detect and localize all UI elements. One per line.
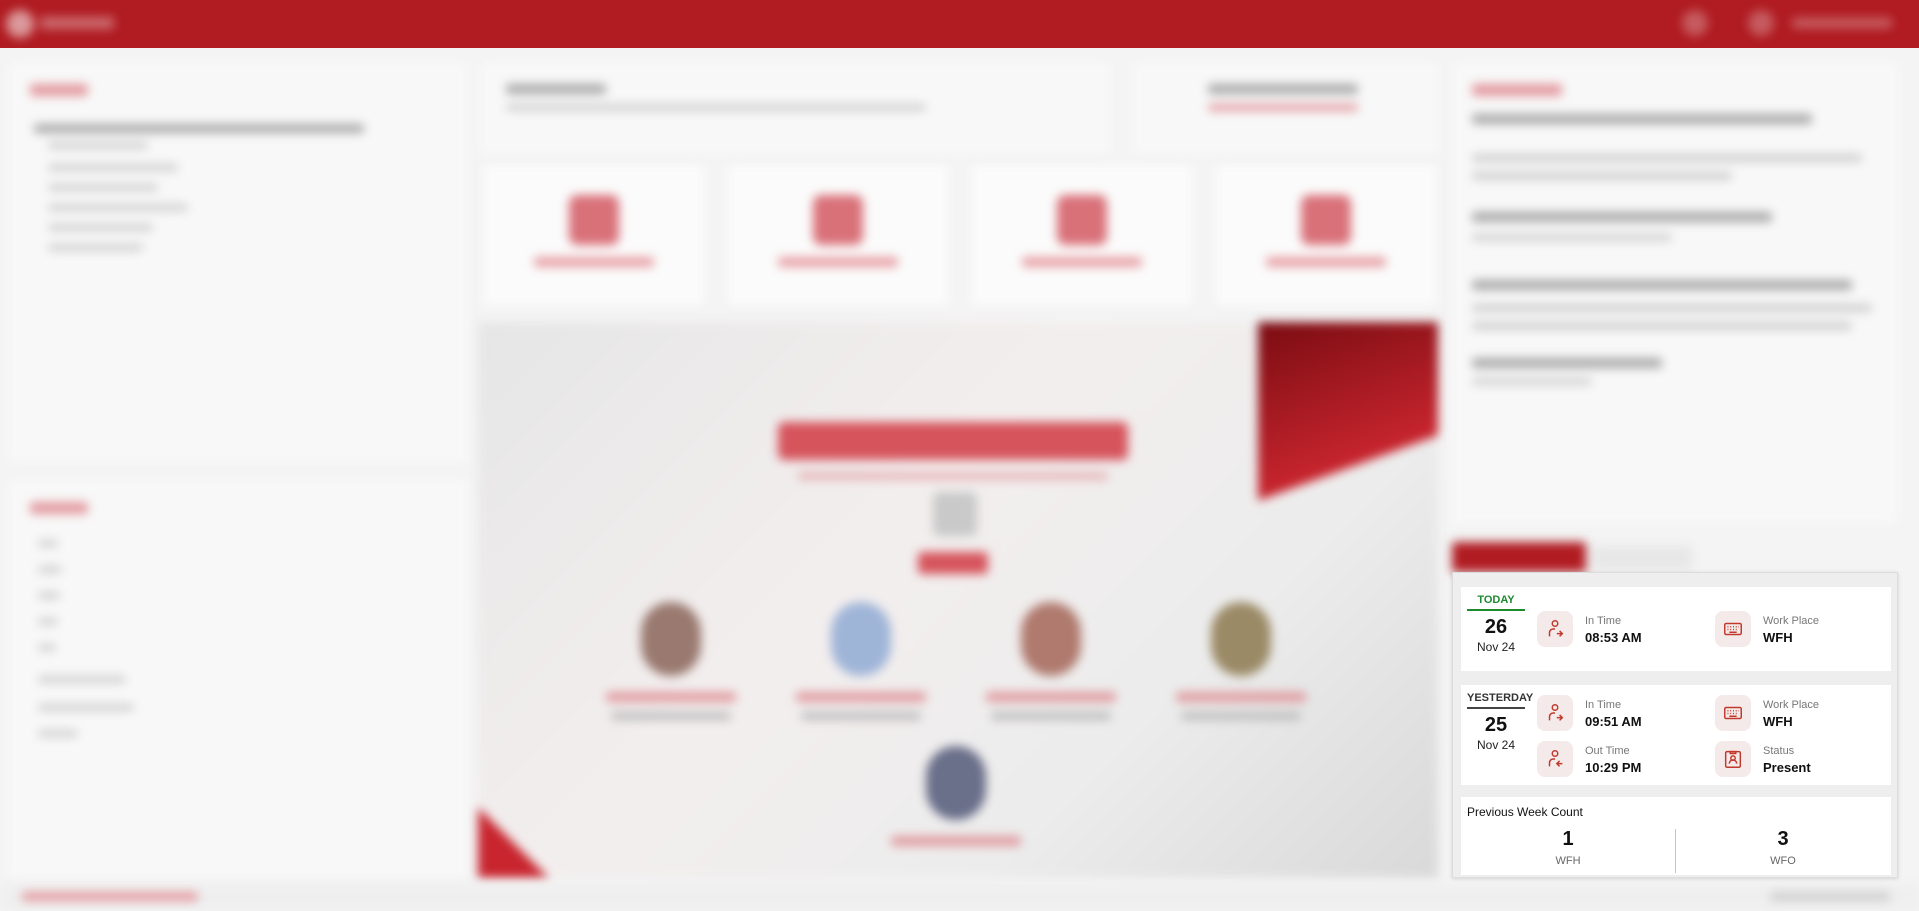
work-place-label: Work Place <box>1763 699 1820 711</box>
today-row: TODAY 26 Nov 24 In Time 08:53 AM Work Pl… <box>1461 587 1891 671</box>
quick-link-1[interactable] <box>484 165 704 305</box>
center-right-card <box>1132 62 1438 154</box>
previous-week-count: Previous Week Count 1 WFH 3 WFO <box>1461 797 1891 875</box>
work-place-value: WFH <box>1763 714 1793 729</box>
keyboard-icon <box>1715 611 1751 647</box>
yesterday-month: Nov 24 <box>1476 738 1516 752</box>
attendance-tabs <box>1452 540 1897 572</box>
notification-icon[interactable] <box>1682 10 1708 36</box>
yesterday-day: 25 <box>1484 714 1508 736</box>
quick-link-2[interactable] <box>728 165 948 305</box>
tab-leaves[interactable] <box>1592 546 1692 570</box>
yesterday-row: YESTERDAY 25 Nov 24 In Time 09:51 AM Wor… <box>1461 685 1891 785</box>
today-month: Nov 24 <box>1476 640 1516 654</box>
previous-week-title: Previous Week Count <box>1467 805 1583 819</box>
left-bottom-panel <box>8 480 468 878</box>
today-badge: TODAY <box>1467 593 1525 611</box>
wfo-count: 3 <box>1777 828 1789 850</box>
in-time-label: In Time <box>1585 615 1622 627</box>
in-time-value: 09:51 AM <box>1585 714 1642 729</box>
company-logo[interactable] <box>6 8 116 40</box>
attendance-card: TODAY 26 Nov 24 In Time 08:53 AM Work Pl… <box>1452 572 1898 878</box>
user-leave-icon <box>1537 741 1573 777</box>
user-arrive-icon <box>1537 611 1573 647</box>
wfh-count-box: 1 WFH <box>1461 827 1675 867</box>
avatar[interactable] <box>1748 10 1774 36</box>
yesterday-date-box: YESTERDAY 25 Nov 24 <box>1467 691 1533 769</box>
right-news-panel <box>1452 62 1898 524</box>
wfh-count: 1 <box>1562 828 1574 850</box>
wfh-label: WFH <box>1555 855 1581 867</box>
work-place-value: WFH <box>1763 630 1793 645</box>
spotlight-banner[interactable] <box>478 322 1438 878</box>
status-value: Present <box>1763 760 1811 775</box>
in-time-value: 08:53 AM <box>1585 630 1642 645</box>
out-time-value: 10:29 PM <box>1585 760 1642 775</box>
yesterday-badge: YESTERDAY <box>1467 691 1533 709</box>
wfo-label: WFO <box>1770 855 1796 867</box>
today-date-box: TODAY 26 Nov 24 <box>1467 593 1525 665</box>
quick-link-3[interactable] <box>972 165 1192 305</box>
tab-attendance[interactable] <box>1452 542 1586 572</box>
status-label: Status <box>1763 745 1795 757</box>
top-header <box>0 0 1919 48</box>
quick-link-4[interactable] <box>1216 165 1436 305</box>
user-arrive-icon <box>1537 695 1573 731</box>
in-time-label: In Time <box>1585 699 1622 711</box>
user-menu[interactable] <box>1792 18 1892 28</box>
work-place-label: Work Place <box>1763 615 1820 627</box>
footer <box>0 884 1919 911</box>
center-info-card <box>480 62 1110 154</box>
keyboard-icon <box>1715 695 1751 731</box>
wfo-count-box: 3 WFO <box>1676 827 1890 867</box>
out-time-label: Out Time <box>1585 745 1630 757</box>
id-badge-icon <box>1715 741 1751 777</box>
today-day: 26 <box>1484 616 1508 638</box>
left-top-panel <box>8 62 468 462</box>
